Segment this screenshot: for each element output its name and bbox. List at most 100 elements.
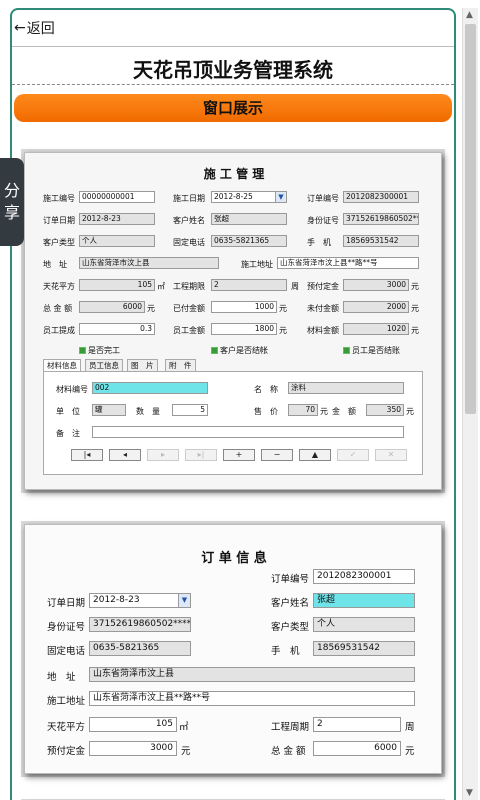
label-idnum: 身份证号	[307, 216, 339, 225]
unit-materialamt: 元	[411, 326, 419, 335]
content-frame: ← 返回 天花吊顶业务管理系统 窗口展示 施 工 管 理 施工编号 000000…	[10, 8, 456, 800]
field-unpaid[interactable]: 2000	[343, 301, 409, 313]
label-material-note: 备 注	[56, 429, 80, 438]
back-arrow-icon: ←	[14, 20, 26, 36]
field-orderdate[interactable]: 2012-8-23	[79, 213, 155, 225]
scrollbar[interactable]: ▲ ▼	[462, 8, 478, 800]
cancel-button[interactable]: ✕	[375, 449, 407, 461]
field-workaddr-2[interactable]: 山东省菏泽市汶上县**路**号	[89, 691, 415, 706]
orderdate-2-value: 2012-8-23	[93, 595, 140, 605]
tab-staff[interactable]: 员工信息	[85, 359, 123, 371]
unit-unpaid: 元	[411, 304, 419, 313]
field-ordernum[interactable]: 2012082300001	[343, 191, 419, 203]
field-materialamt[interactable]: 1020	[343, 323, 409, 335]
field-addr-2[interactable]: 山东省菏泽市汶上县	[89, 667, 415, 682]
label-material-qty: 数 量	[136, 407, 160, 416]
field-material-unit[interactable]: 罐	[92, 404, 126, 416]
field-material-amount[interactable]: 350	[366, 404, 404, 416]
add-record-button[interactable]: +	[223, 449, 255, 461]
label-workaddr-2: 施工地址	[47, 696, 86, 707]
field-staffcomm[interactable]: 0.3	[79, 323, 155, 335]
checkbox-staff-label: 员工是否结账	[352, 346, 400, 355]
label-ordernum-2: 订单编号	[271, 574, 310, 585]
scrollbar-thumb[interactable]	[465, 24, 476, 414]
share-label-2: 享	[3, 203, 20, 222]
field-mobile[interactable]: 18569531542	[343, 235, 419, 247]
next-record-button[interactable]: ▸	[147, 449, 179, 461]
field-phone[interactable]: 0635-5821365	[211, 235, 287, 247]
field-addr[interactable]: 山东省菏泽市汶上县	[79, 257, 219, 269]
unit-material-price: 元	[320, 407, 328, 416]
field-deposit-2[interactable]: 3000	[89, 741, 177, 756]
field-area[interactable]: 105	[79, 279, 155, 291]
label-idnum-2: 身份证号	[47, 622, 86, 633]
checkbox-staff-settled[interactable]: 员工是否结账	[343, 345, 400, 356]
field-deposit[interactable]: 3000	[343, 279, 409, 291]
field-period-2[interactable]: 2	[313, 717, 401, 732]
section-header: 窗口展示	[14, 94, 452, 122]
first-record-button[interactable]: |◂	[71, 449, 103, 461]
scroll-down-icon[interactable]: ▼	[466, 788, 473, 798]
checkbox-cust-settled[interactable]: 客户是否结帐	[211, 345, 268, 356]
field-worknum[interactable]: 00000000001	[79, 191, 155, 203]
screenshot-order-info: 订 单 信 息 订单编号 2012082300001 订单日期 2012-8-2…	[24, 524, 442, 774]
label-addr-2: 地 址	[47, 672, 76, 683]
chevron-down-icon[interactable]: ▼	[275, 192, 286, 202]
field-mobile-2[interactable]: 18569531542	[313, 641, 415, 656]
field-staffamt[interactable]: 1800	[211, 323, 277, 335]
unit-staffamt: 元	[279, 326, 287, 335]
field-custname[interactable]: 张超	[211, 213, 287, 225]
field-material-price[interactable]: 70	[288, 404, 318, 416]
label-custtype: 客户类型	[43, 238, 75, 247]
unit-deposit: 元	[411, 282, 419, 291]
field-material-note[interactable]	[92, 426, 404, 438]
field-workdate[interactable]: 2012-8-25 ▼	[211, 191, 287, 203]
checkbox-done-label: 是否完工	[88, 346, 120, 355]
share-button[interactable]: 分 享	[0, 158, 24, 246]
field-total-2[interactable]: 6000	[313, 741, 401, 756]
field-custtype[interactable]: 个人	[79, 235, 155, 247]
label-phone-2: 固定电话	[47, 646, 86, 657]
scroll-up-icon[interactable]: ▲	[466, 10, 473, 20]
last-record-button[interactable]: ▸|	[185, 449, 217, 461]
label-ordernum: 订单编号	[307, 194, 339, 203]
label-total-2: 总 金 额	[271, 746, 306, 757]
field-custtype-2[interactable]: 个人	[313, 617, 415, 632]
field-paid[interactable]: 1000	[211, 301, 277, 313]
field-custname-2[interactable]: 张超	[313, 593, 415, 608]
chevron-down-icon[interactable]: ▼	[178, 594, 190, 607]
field-area-2[interactable]: 105	[89, 717, 177, 732]
label-period-2: 工程周期	[271, 722, 310, 733]
tab-attachments[interactable]: 附 件	[165, 359, 196, 371]
unit-period: 周	[291, 282, 299, 291]
label-workdate: 施工日期	[173, 194, 205, 203]
label-staffcomm: 员工提成	[43, 326, 75, 335]
prev-record-button[interactable]: ◂	[109, 449, 141, 461]
field-total[interactable]: 6000	[79, 301, 145, 313]
field-ordernum-2[interactable]: 2012082300001	[313, 569, 415, 584]
label-material-name: 名 称	[254, 385, 278, 394]
field-material-code[interactable]: 002	[92, 382, 208, 394]
field-workaddr[interactable]: 山东省菏泽市汶上县**路**号	[277, 257, 419, 269]
checkbox-done[interactable]: 是否完工	[79, 345, 120, 356]
confirm-button[interactable]: ✓	[337, 449, 369, 461]
field-idnum[interactable]: 37152619860502****	[343, 213, 419, 225]
share-label-1: 分	[3, 181, 20, 200]
unit-area-2: ㎡	[179, 722, 189, 733]
back-link[interactable]: ← 返回	[14, 18, 55, 38]
delete-record-button[interactable]: −	[261, 449, 293, 461]
tab-material[interactable]: 材料信息	[43, 359, 81, 371]
field-phone-2[interactable]: 0635-5821365	[89, 641, 191, 656]
label-phone: 固定电话	[173, 238, 205, 247]
field-material-qty[interactable]: 5	[172, 404, 208, 416]
tab-images[interactable]: 图 片	[127, 359, 158, 371]
edit-record-button[interactable]: ▲	[299, 449, 331, 461]
workdate-value: 2012-8-25	[214, 192, 253, 201]
field-idnum-2[interactable]: 37152619860502****	[89, 617, 191, 632]
label-staffamt: 员工金额	[173, 326, 205, 335]
field-period[interactable]: 2	[211, 279, 287, 291]
label-material-amount: 金 额	[332, 407, 356, 416]
field-orderdate-2[interactable]: 2012-8-23 ▼	[89, 593, 191, 608]
label-workaddr: 施工地址	[241, 260, 273, 269]
field-material-name[interactable]: 涂料	[288, 382, 404, 394]
